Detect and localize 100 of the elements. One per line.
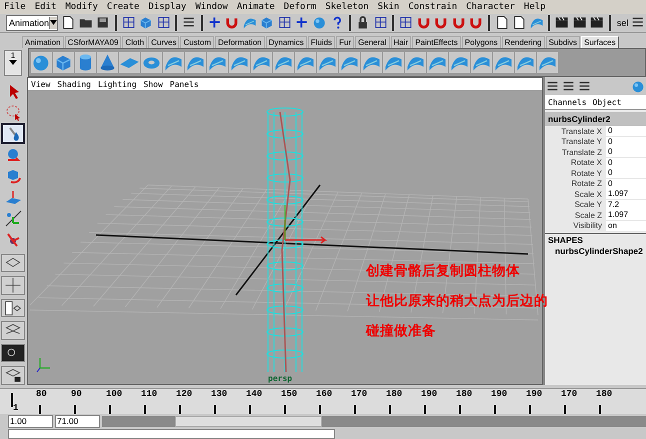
- annotation-text: 碰撞做准备: [366, 322, 437, 340]
- cube-icon[interactable]: [53, 52, 74, 73]
- surface-tool-icon[interactable]: [515, 52, 536, 73]
- shelf-tab[interactable]: Custom: [180, 36, 214, 48]
- layout-icon[interactable]: [1, 321, 25, 340]
- surface-tool-icon[interactable]: [383, 52, 404, 73]
- surface-tool-icon[interactable]: [405, 52, 426, 73]
- annotation-text: 创建骨骼后复制圆柱物体: [366, 262, 521, 280]
- shelf-tab[interactable]: Deformation: [215, 36, 265, 48]
- surface-tool-icon[interactable]: [537, 52, 558, 73]
- layout-icon[interactable]: [1, 276, 25, 295]
- attribute-name: Visibility: [572, 221, 603, 230]
- layout-icon[interactable]: [1, 344, 25, 362]
- surface-tool-icon[interactable]: [361, 52, 382, 73]
- shelf-tab[interactable]: Fluids: [308, 36, 336, 48]
- surface-tool-icon[interactable]: [449, 52, 470, 73]
- shelf-tab[interactable]: PaintEffects: [412, 36, 461, 48]
- surface-tool-icon[interactable]: [207, 52, 228, 73]
- panel-menu-item[interactable]: View: [31, 80, 50, 88]
- attribute-name: Translate Y: [560, 137, 603, 146]
- menu-item[interactable]: Skeleton: [325, 2, 369, 12]
- shelf-tab[interactable]: Cloth: [122, 36, 148, 48]
- surface-tool-icon[interactable]: [493, 52, 514, 73]
- shelf-tab[interactable]: Subdivs: [546, 36, 580, 48]
- menu-item[interactable]: Window: [195, 2, 228, 12]
- frame-label: 100: [106, 389, 124, 400]
- menu-item[interactable]: File: [4, 2, 26, 12]
- attribute-name: Translate Z: [560, 148, 603, 157]
- shelf-tab[interactable]: Dynamics: [266, 36, 307, 48]
- attribute-value[interactable]: 0: [606, 126, 646, 136]
- surface-tool-icon[interactable]: [339, 52, 360, 73]
- attribute-name: Rotate Y: [570, 168, 603, 178]
- surface-tool-icon[interactable]: [427, 52, 448, 73]
- surface-tool-icon[interactable]: [317, 52, 338, 73]
- shelf-tab[interactable]: General: [355, 36, 390, 48]
- layout-icon[interactable]: [1, 298, 25, 318]
- menu-item[interactable]: Deform: [284, 2, 316, 12]
- document-icon[interactable]: [511, 14, 527, 32]
- tool-button[interactable]: [1, 123, 25, 144]
- panel-menu-item[interactable]: Shading: [57, 80, 91, 88]
- shelf-tab[interactable]: CSforMAYA09: [64, 36, 122, 48]
- panel-menu-item[interactable]: Lighting: [98, 80, 137, 88]
- caret-icon[interactable]: [9, 60, 17, 64]
- shelf-tab[interactable]: Fur: [336, 36, 354, 48]
- menu-item[interactable]: Help: [524, 2, 546, 12]
- surface-tool-icon[interactable]: [273, 52, 294, 73]
- panel-menu-item[interactable]: Panels: [170, 80, 199, 88]
- shelf-number[interactable]: 1: [10, 50, 16, 60]
- surface-tool-icon[interactable]: [229, 52, 250, 73]
- cylinder-icon[interactable]: [75, 52, 96, 73]
- menu-item[interactable]: Skin: [378, 2, 400, 12]
- end-time-field[interactable]: 71.00: [55, 414, 100, 428]
- attribute-value[interactable]: 1.097: [606, 210, 646, 220]
- shelf-tab[interactable]: Polygons: [462, 36, 501, 48]
- attribute-value[interactable]: 0: [606, 168, 646, 178]
- surface-tool-icon[interactable]: [295, 52, 316, 73]
- shelf-tab[interactable]: Hair: [390, 36, 412, 48]
- attribute-value[interactable]: on: [606, 220, 646, 231]
- menu-item[interactable]: Character: [466, 2, 515, 12]
- start-time-field[interactable]: 1.00: [8, 414, 53, 428]
- menu-item[interactable]: Modify: [65, 2, 98, 12]
- surface-tool-icon[interactable]: [471, 52, 492, 73]
- surface-tool-icon[interactable]: [251, 52, 272, 73]
- attribute-value[interactable]: 0: [606, 136, 646, 147]
- channel-menu-item[interactable]: Channels: [548, 98, 587, 106]
- shelf-tab[interactable]: Rendering: [502, 36, 545, 48]
- attribute-value[interactable]: 0: [606, 158, 646, 168]
- menu-item[interactable]: Create: [106, 2, 140, 12]
- frame-label: 140: [246, 389, 264, 400]
- shelf-tab[interactable]: Curves: [148, 36, 180, 48]
- surface-tool-icon[interactable]: [185, 52, 206, 73]
- selection-label[interactable]: sel: [616, 18, 628, 28]
- menu-item[interactable]: Edit: [34, 2, 56, 12]
- attribute-value[interactable]: 7.2: [606, 200, 646, 210]
- frame-label: 1: [13, 403, 18, 413]
- attribute-value[interactable]: 0: [606, 178, 646, 189]
- layout-icon[interactable]: [1, 366, 25, 385]
- sphere-icon[interactable]: [631, 78, 646, 94]
- menu-item[interactable]: Constrain: [408, 2, 458, 12]
- panel-menu-item[interactable]: Show: [144, 80, 163, 88]
- attribute-value[interactable]: 0: [606, 147, 646, 158]
- menu-item[interactable]: Animate: [236, 2, 275, 12]
- frame-label: 90: [71, 389, 83, 400]
- layout-icon[interactable]: [1, 254, 25, 272]
- torus-icon[interactable]: [141, 52, 162, 73]
- attribute-value[interactable]: 1.097: [606, 189, 646, 200]
- surface-tool-icon[interactable]: [163, 52, 184, 73]
- shelf-tab[interactable]: Animation: [22, 36, 64, 48]
- shape-name[interactable]: nurbsCylinderShape2: [545, 246, 646, 256]
- command-line-field[interactable]: [8, 429, 335, 439]
- document-icon[interactable]: [60, 14, 76, 32]
- plane-icon[interactable]: [119, 52, 140, 73]
- shelf-tab[interactable]: Surfaces: [581, 36, 619, 48]
- channel-menu-item[interactable]: Object: [592, 98, 622, 106]
- cone-icon[interactable]: [97, 52, 118, 73]
- node-name[interactable]: nurbsCylinder2: [545, 112, 646, 126]
- mode-dropdown[interactable]: Animation: [6, 14, 58, 31]
- range-slider-handle[interactable]: [175, 416, 322, 426]
- attribute-name: Translate X: [560, 126, 603, 136]
- menu-item[interactable]: Display: [148, 2, 186, 12]
